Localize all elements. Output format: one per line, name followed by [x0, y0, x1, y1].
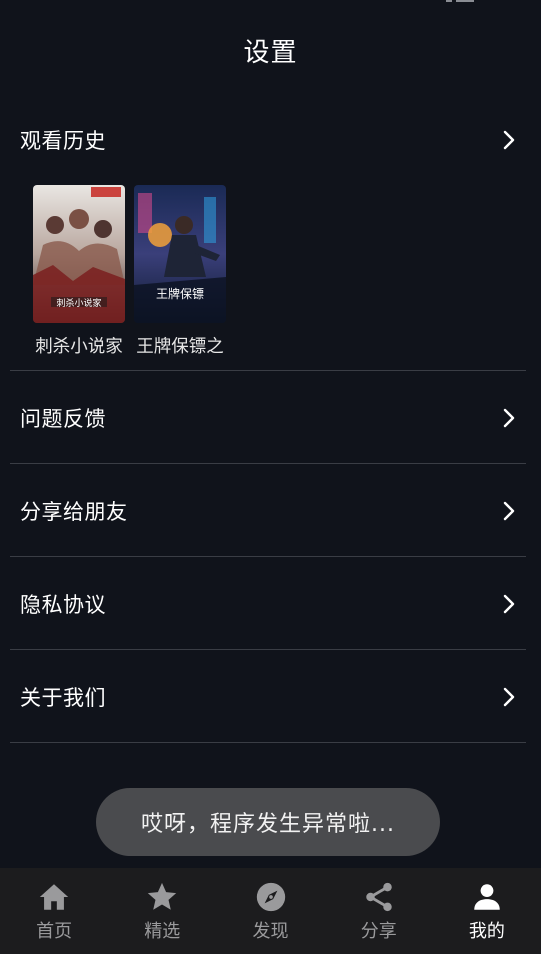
home-icon [39, 884, 69, 910]
poster-image: 王牌保镖 [134, 185, 226, 323]
svg-text:刺杀小说家: 刺杀小说家 [56, 297, 101, 309]
chevron-right-icon [503, 501, 515, 520]
about-row[interactable]: 关于我们 [10, 650, 526, 743]
tab-label: 发现 [252, 921, 289, 942]
chevron-right-icon [503, 594, 515, 613]
tab-discover[interactable]: 发现 [216, 868, 324, 954]
chevron-right-icon [503, 408, 515, 427]
tab-me[interactable]: 我的 [433, 868, 541, 954]
tab-label: 精选 [144, 921, 181, 942]
person-icon [474, 884, 500, 910]
chevron-right-icon [503, 687, 515, 706]
error-toast: 哎呀，程序发生异常啦... [96, 788, 440, 856]
feedback-row[interactable]: 问题反馈 [10, 371, 526, 464]
privacy-row[interactable]: 隐私协议 [10, 557, 526, 650]
share-friends-label: 分享给朋友 [20, 499, 128, 524]
tab-label: 分享 [360, 921, 397, 942]
tab-featured[interactable]: 精选 [108, 868, 216, 954]
watch-history-list: 刺杀小说家 刺杀小说家 王牌保镖 王牌保镖之 [33, 185, 226, 358]
tab-share[interactable]: 分享 [325, 868, 433, 954]
history-item[interactable]: 王牌保镖 王牌保镖之 [134, 185, 226, 358]
divider [10, 742, 526, 743]
share-friends-row[interactable]: 分享给朋友 [10, 464, 526, 557]
history-item-title: 刺杀小说家 [35, 337, 123, 357]
watch-history-row[interactable]: 观看历史 [10, 93, 526, 186]
chevron-right-icon [503, 130, 515, 149]
toast-text: 哎呀，程序发生异常啦... [141, 812, 395, 837]
header: 设置 [0, 0, 541, 104]
history-item[interactable]: 刺杀小说家 刺杀小说家 [33, 185, 125, 358]
poster-artwork: 王牌保镖 [134, 185, 226, 323]
compass-icon [256, 882, 285, 912]
history-item-title: 王牌保镖之 [136, 337, 224, 357]
feedback-label: 问题反馈 [20, 406, 106, 431]
share-icon [365, 882, 392, 912]
tab-label: 首页 [36, 921, 73, 942]
privacy-label: 隐私协议 [20, 592, 106, 617]
page-title: 设置 [243, 37, 298, 68]
poster-image: 刺杀小说家 [33, 185, 125, 323]
poster-artwork: 刺杀小说家 [33, 185, 125, 323]
watch-history-label: 观看历史 [20, 128, 106, 153]
tab-home[interactable]: 首页 [0, 868, 108, 954]
about-label: 关于我们 [20, 685, 106, 710]
star-icon [148, 882, 177, 910]
tab-label: 我的 [468, 921, 505, 942]
bottom-tab-bar: 首页 精选 发现 分享 我的 [0, 868, 541, 954]
svg-text:王牌保镖: 王牌保镖 [156, 286, 204, 301]
